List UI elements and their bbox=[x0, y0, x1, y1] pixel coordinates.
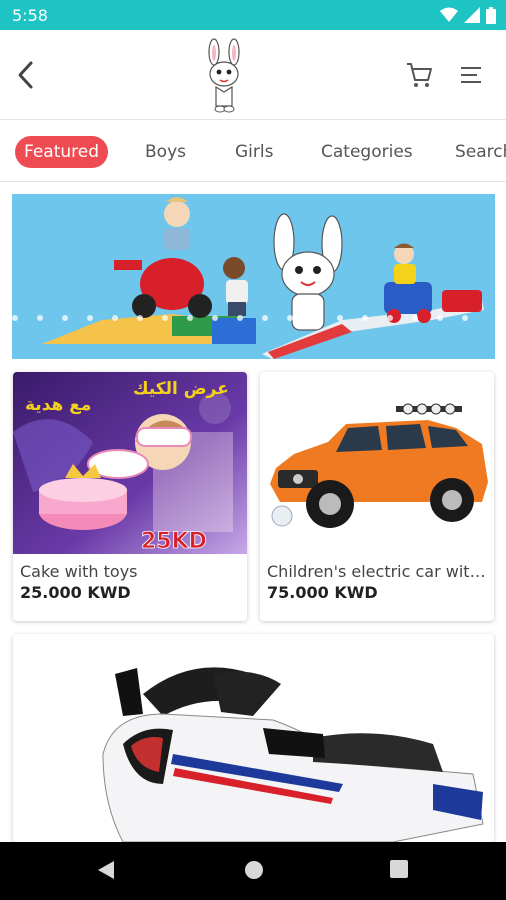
product-card[interactable] bbox=[13, 634, 494, 842]
system-nav-bar bbox=[0, 842, 506, 900]
product-title: Cake with toys bbox=[20, 562, 138, 581]
carousel-dot[interactable] bbox=[362, 315, 368, 321]
carousel-dot[interactable] bbox=[12, 315, 18, 321]
bunny-logo bbox=[200, 38, 250, 114]
carousel-dot[interactable] bbox=[162, 315, 168, 321]
carousel-dot[interactable] bbox=[312, 315, 318, 321]
promo-subtext: مع هدية bbox=[25, 395, 91, 415]
app-header bbox=[0, 30, 506, 120]
carousel-dot[interactable] bbox=[62, 315, 68, 321]
carousel-dot[interactable] bbox=[87, 315, 93, 321]
cart-icon bbox=[407, 63, 432, 87]
carousel-indicator bbox=[12, 315, 468, 321]
carousel-dot[interactable] bbox=[337, 315, 343, 321]
carousel-dot[interactable] bbox=[387, 315, 393, 321]
product-price: 75.000 KWD bbox=[267, 583, 378, 602]
carousel-dot[interactable] bbox=[462, 315, 468, 321]
promo-text: عرض الكيك bbox=[133, 379, 229, 399]
home-nav-icon[interactable] bbox=[243, 859, 265, 881]
product-card[interactable]: Children's electric car wit… 75.000 KWD bbox=[260, 372, 494, 621]
tab-featured[interactable]: Featured bbox=[15, 136, 109, 168]
hero-banner[interactable] bbox=[12, 194, 495, 359]
carousel-dot[interactable] bbox=[262, 315, 268, 321]
promo-price: 25KD bbox=[141, 529, 207, 554]
product-price: 25.000 KWD bbox=[20, 583, 131, 602]
signal-icon bbox=[464, 7, 480, 23]
menu-icon bbox=[461, 67, 481, 83]
product-image bbox=[260, 372, 494, 554]
category-tabs: Featured Boys Girls Categories Search bbox=[0, 121, 506, 182]
carousel-dot[interactable] bbox=[437, 315, 443, 321]
tab-boys[interactable]: Boys bbox=[145, 136, 186, 168]
carousel-dot[interactable] bbox=[137, 315, 143, 321]
battery-icon bbox=[486, 6, 496, 24]
product-card[interactable]: عرض الكيك مع هدية 25KD Cake with toys 25… bbox=[13, 372, 247, 621]
carousel-dot[interactable] bbox=[212, 315, 218, 321]
product-image: عرض الكيك مع هدية 25KD bbox=[13, 372, 247, 554]
status-bar: 5:58 bbox=[0, 0, 506, 30]
cart-button[interactable] bbox=[404, 60, 434, 90]
carousel-dot[interactable] bbox=[412, 315, 418, 321]
status-time: 5:58 bbox=[12, 6, 48, 25]
menu-button[interactable] bbox=[458, 62, 486, 88]
carousel-dot[interactable] bbox=[112, 315, 118, 321]
product-title: Children's electric car wit… bbox=[267, 562, 486, 581]
carousel-dot[interactable] bbox=[287, 315, 293, 321]
back-nav-icon[interactable] bbox=[96, 859, 116, 881]
tab-categories[interactable]: Categories bbox=[321, 136, 413, 168]
carousel-dot[interactable] bbox=[237, 315, 243, 321]
carousel-dot[interactable] bbox=[37, 315, 43, 321]
tab-search[interactable]: Search bbox=[455, 136, 506, 168]
tab-girls[interactable]: Girls bbox=[235, 136, 273, 168]
recents-nav-icon[interactable] bbox=[389, 859, 409, 879]
back-arrow-icon bbox=[18, 61, 33, 89]
wifi-icon bbox=[440, 7, 458, 22]
product-image bbox=[13, 634, 494, 842]
back-button[interactable] bbox=[12, 58, 42, 92]
carousel-dot[interactable] bbox=[187, 315, 193, 321]
status-icons bbox=[440, 6, 496, 24]
